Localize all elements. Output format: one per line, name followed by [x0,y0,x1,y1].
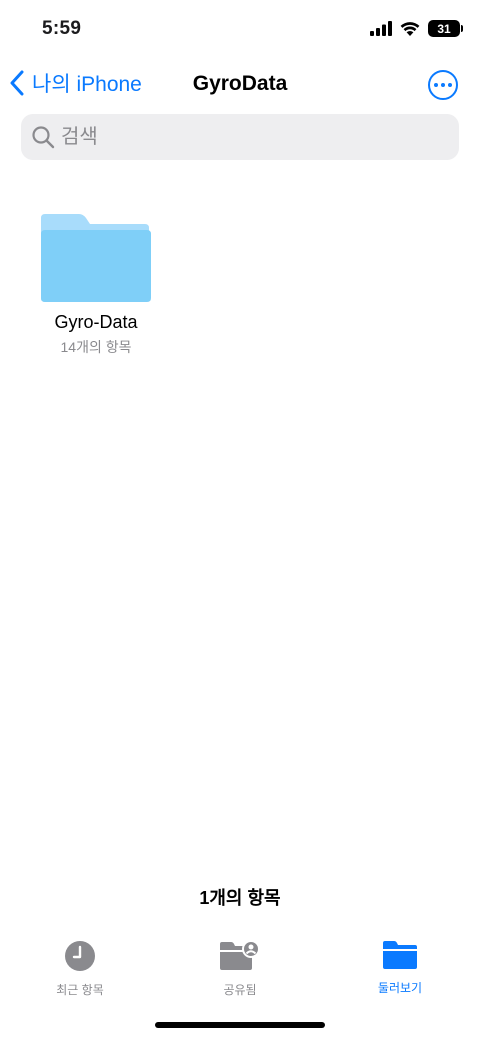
tab-recents[interactable]: 최근 항목 [20,940,140,998]
folder-icon [41,214,151,302]
folder-name: Gyro-Data [54,312,138,332]
search-icon [32,126,55,149]
folder-icon [383,941,417,969]
wifi-icon [400,22,420,36]
navigation-bar: 나의 iPhone GyroData [0,62,480,108]
folder-item-count: 14개의 항목 [60,339,132,355]
tab-label: 둘러보기 [377,981,423,995]
shared-folder-icon [220,940,260,970]
battery-indicator: 31 [428,20,463,37]
tab-label: 공유됨 [223,983,257,997]
battery-level: 31 [437,21,451,36]
ellipsis-dot [448,83,452,87]
tab-shared[interactable]: 공유됨 [180,940,300,998]
more-options-button[interactable] [428,70,458,100]
tab-bar: 최근 항목 공유됨 둘러보기 [0,930,480,1010]
ellipsis-dot [441,83,445,87]
status-bar: 5:59 31 [0,0,480,60]
clock-icon [65,941,95,971]
status-icons: 31 [370,20,463,37]
home-indicator[interactable] [155,1022,325,1028]
tab-label: 최근 항목 [56,983,104,997]
tab-browse[interactable]: 둘러보기 [340,940,460,996]
search-bar[interactable] [21,114,459,160]
search-input[interactable] [61,125,441,149]
page-title: GyroData [192,72,288,95]
status-time: 5:59 [42,18,82,39]
cellular-signal-icon [370,21,392,36]
ellipsis-icon [434,83,438,87]
item-count-label: 1개의 항목 [199,888,281,908]
folder-item[interactable]: Gyro-Data 14개의 항목 [28,214,164,357]
